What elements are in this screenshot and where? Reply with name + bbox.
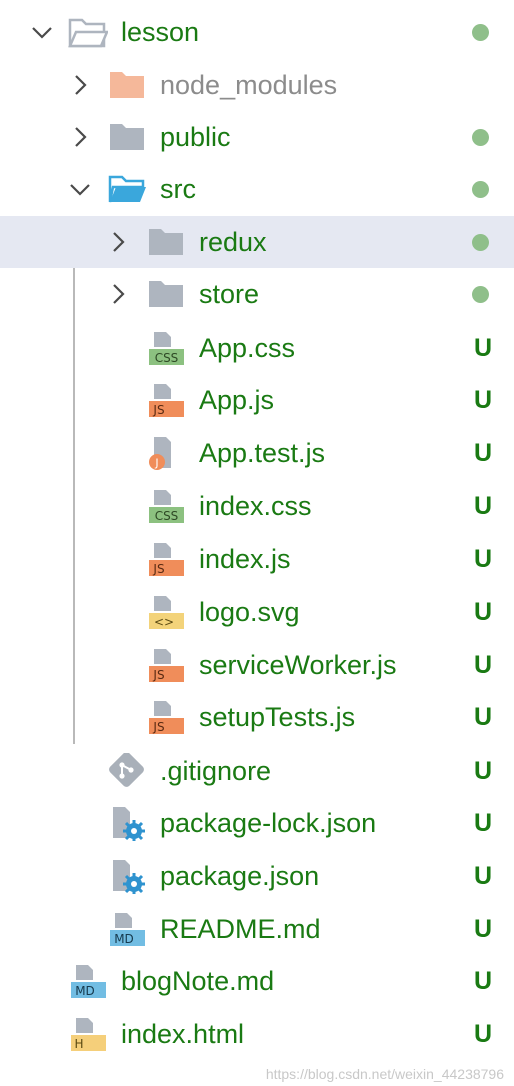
tree-item-label: index.html <box>121 1019 245 1049</box>
untracked-badge: U <box>473 439 492 467</box>
chevron-right-icon[interactable] <box>68 125 92 149</box>
tree-item-label: package-lock.json <box>160 808 377 838</box>
css-file-icon: CSS <box>149 490 184 523</box>
markdown-file-icon: MD <box>71 965 106 998</box>
icon-text: JS <box>152 403 164 417</box>
markdown-file-icon: MD <box>110 913 145 946</box>
tree-item-label: .gitignore <box>160 756 272 786</box>
html-file-icon: H <box>71 1018 106 1051</box>
tree-item-logo-svg[interactable]: <> logo.svg U <box>0 586 514 638</box>
js-file-icon: JS <box>149 384 184 417</box>
tree-item-label: redux <box>199 227 267 257</box>
modified-dot <box>472 181 489 198</box>
test-file-icon: J <box>149 437 171 470</box>
icon-text: MD <box>75 984 95 998</box>
tree-item-label: App.test.js <box>199 438 326 468</box>
js-file-icon: JS <box>149 649 184 682</box>
folder-icon <box>110 124 144 150</box>
icon-text: JS <box>152 562 164 576</box>
tree-item-label: setupTests.js <box>199 702 356 732</box>
tree-item-src[interactable]: src <box>0 163 514 215</box>
untracked-badge: U <box>473 703 492 731</box>
css-file-icon: CSS <box>149 332 184 365</box>
untracked-badge: U <box>473 545 492 573</box>
tree-item-setup-tests-js[interactable]: JS setupTests.js U <box>0 691 514 743</box>
tree-item-label: node_modules <box>160 70 338 100</box>
tree-item-label: App.js <box>199 385 275 415</box>
tree-item-label: blogNote.md <box>121 966 275 996</box>
tree-item-package-lock-json[interactable]: package-lock.json U <box>0 797 514 849</box>
tree-item-label: App.css <box>199 333 296 363</box>
untracked-badge: U <box>473 386 492 414</box>
modified-dot <box>472 24 489 41</box>
json-config-file-icon <box>113 807 145 841</box>
tree-item-gitignore[interactable]: .gitignore U <box>0 745 514 797</box>
tree-item-label: lesson <box>121 17 200 47</box>
icon-text: H <box>74 1037 83 1051</box>
chevron-right-icon[interactable] <box>68 73 92 97</box>
tree-item-index-css[interactable]: CSS index.css U <box>0 480 514 532</box>
untracked-badge: U <box>473 492 492 520</box>
tree-item-label: README.md <box>160 914 321 944</box>
tree-item-label: store <box>199 279 260 309</box>
tree-item-label: public <box>160 122 231 152</box>
tree-item-service-worker-js[interactable]: JS serviceWorker.js U <box>0 639 514 691</box>
tree-item-label: serviceWorker.js <box>199 650 397 680</box>
chevron-right-icon[interactable] <box>106 230 130 254</box>
tree-item-label: index.css <box>199 491 312 521</box>
git-icon <box>109 753 144 787</box>
json-config-file-icon <box>113 860 145 894</box>
svg-file-icon: <> <box>149 596 184 629</box>
icon-text: MD <box>114 932 134 946</box>
untracked-badge: U <box>473 334 492 362</box>
folder-open-icon <box>108 175 146 203</box>
icon-text: JS <box>152 720 164 734</box>
untracked-badge: U <box>473 651 492 679</box>
icon-text: JS <box>152 668 164 682</box>
icon-text: J <box>154 457 158 470</box>
tree-item-readme-md[interactable]: MD README.md U <box>0 903 514 955</box>
untracked-badge: U <box>473 1020 492 1048</box>
tree-item-blognote-md[interactable]: MD blogNote.md U <box>0 955 514 1007</box>
tree-item-lesson[interactable]: lesson <box>0 6 514 58</box>
folder-icon <box>110 72 144 98</box>
icon-text: <> <box>154 615 174 629</box>
js-file-icon: JS <box>149 701 184 734</box>
tree-item-public[interactable]: public <box>0 111 514 163</box>
icon-text: CSS <box>155 351 179 365</box>
tree-item-label: logo.svg <box>199 597 300 627</box>
untracked-badge: U <box>473 967 492 995</box>
tree-item-package-json[interactable]: package.json U <box>0 850 514 902</box>
chevron-down-icon[interactable] <box>68 177 92 201</box>
untracked-badge: U <box>473 598 492 626</box>
folder-open-icon <box>68 18 108 48</box>
tree-item-label: index.js <box>199 544 291 574</box>
folder-icon <box>149 229 183 255</box>
untracked-badge: U <box>473 809 492 837</box>
untracked-badge: U <box>473 915 492 943</box>
modified-dot <box>472 234 489 251</box>
chevron-right-icon[interactable] <box>106 282 130 306</box>
tree-item-app-css[interactable]: CSS App.css U <box>0 322 514 374</box>
js-file-icon: JS <box>149 543 184 576</box>
tree-item-label: src <box>160 174 196 204</box>
icon-text: CSS <box>155 509 179 523</box>
modified-dot <box>472 129 489 146</box>
folder-icon <box>149 281 183 307</box>
tree-item-redux[interactable]: redux <box>0 216 514 268</box>
tree-item-store[interactable]: store <box>0 268 514 320</box>
modified-dot <box>472 286 489 303</box>
chevron-down-icon[interactable] <box>30 20 54 44</box>
watermark: https://blog.csdn.net/weixin_44238796 <box>265 1066 504 1082</box>
untracked-badge: U <box>473 862 492 890</box>
untracked-badge: U <box>473 757 492 785</box>
tree-item-app-test-js[interactable]: J App.test.js U <box>0 427 514 479</box>
tree-item-label: package.json <box>160 861 320 891</box>
tree-item-index-js[interactable]: JS index.js U <box>0 533 514 585</box>
tree-item-app-js[interactable]: JS App.js U <box>0 374 514 426</box>
tree-item-index-html[interactable]: H index.html U <box>0 1008 514 1060</box>
tree-item-node-modules[interactable]: node_modules <box>0 59 514 111</box>
